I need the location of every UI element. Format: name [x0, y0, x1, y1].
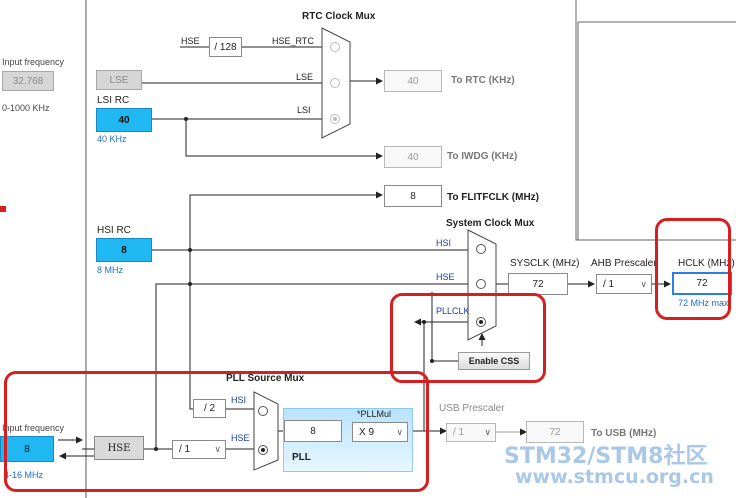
chevron-down-icon: ∨: [640, 278, 647, 289]
rtc-lsi-label: LSI: [297, 105, 311, 115]
flitfclk-output-field[interactable]: 8: [384, 185, 442, 207]
hclk-highlight-ring: [655, 218, 731, 320]
ahb-prescaler-value: / 1: [603, 278, 615, 290]
lse-block[interactable]: LSE: [96, 70, 142, 90]
rtc-hse-rtc-label: HSE_RTC: [272, 36, 314, 46]
rtc-lse-label: LSE: [296, 72, 314, 82]
lsi-rc-block[interactable]: 40: [96, 108, 152, 132]
lsi-rc-frequency: 40 KHz: [97, 134, 127, 144]
sysclk-label: SYSCLK (MHz): [510, 258, 580, 269]
rtc-hse-divider[interactable]: / 128: [209, 37, 242, 57]
clock-configuration-canvas: Input frequency 32.768 0-1000 KHz LSE LS…: [0, 0, 736, 498]
iwdg-output-field[interactable]: 40: [384, 146, 442, 168]
pll-source-highlight-ring: [4, 371, 429, 492]
rtc-hse-input-label: HSE: [181, 36, 200, 46]
usb-prescaler-value: / 1: [453, 427, 465, 438]
chevron-down-icon: ∨: [484, 427, 491, 437]
rtc-output-label: To RTC (KHz): [451, 75, 515, 86]
rtc-output-field[interactable]: 40: [384, 70, 442, 92]
ahb-prescaler-select[interactable]: / 1 ∨: [596, 274, 652, 294]
lsi-rc-label: LSI RC: [97, 95, 130, 106]
ahb-prescaler-label: AHB Prescaler: [591, 258, 657, 269]
pllclk-highlight-ring: [390, 293, 546, 383]
hsi-rc-label: HSI RC: [97, 225, 131, 236]
system-mux-title: System Clock Mux: [446, 218, 535, 229]
hsi-rc-frequency: 8 MHz: [97, 265, 124, 275]
iwdg-output-label: To IWDG (KHz): [447, 151, 518, 162]
rtc-mux-lsi-radio[interactable]: [330, 114, 340, 124]
lse-range-label: 0-1000 KHz: [2, 103, 50, 113]
usb-prescaler-select[interactable]: / 1 ∨: [446, 423, 496, 442]
system-mux-hse-radio[interactable]: [476, 279, 486, 289]
rtc-mux-lse-radio[interactable]: [330, 78, 340, 88]
system-mux-hse-label: HSE: [436, 272, 455, 282]
lse-input-frequency-label: Input frequency: [2, 57, 65, 67]
system-mux-hsi-radio[interactable]: [476, 244, 486, 254]
rtc-mux-hse-radio[interactable]: [330, 42, 340, 52]
hsi-rc-block[interactable]: 8: [96, 238, 152, 262]
lse-input-frequency-field[interactable]: 32.768: [2, 71, 54, 91]
sysclk-field[interactable]: 72: [508, 273, 568, 295]
watermark-line2: www.stmcu.org.cn: [515, 466, 714, 488]
system-mux-hsi-label: HSI: [436, 238, 452, 248]
usb-prescaler-label: USB Prescaler: [439, 403, 505, 414]
flitfclk-output-label: To FLITFCLK (MHz): [447, 192, 540, 203]
rtc-mux-title: RTC Clock Mux: [302, 11, 376, 22]
